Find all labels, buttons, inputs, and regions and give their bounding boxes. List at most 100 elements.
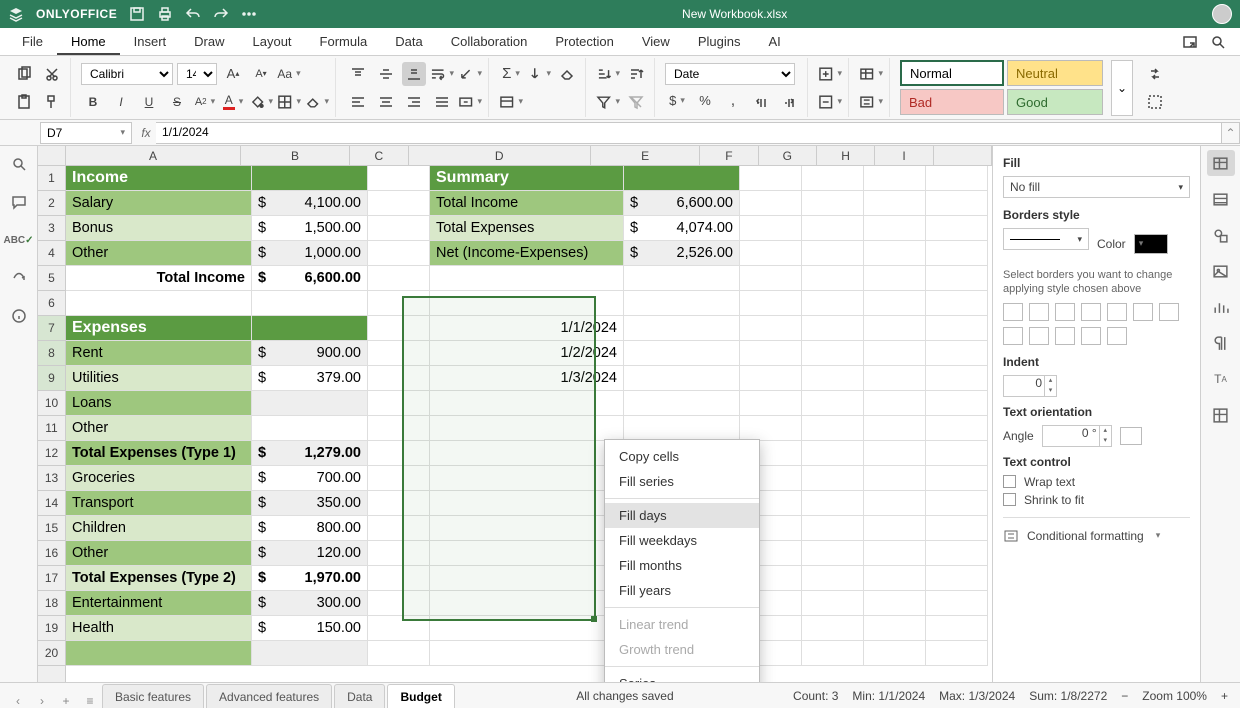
row-header-14[interactable]: 14 [38, 491, 65, 516]
cell-D20[interactable] [430, 641, 624, 666]
sheet-tab-basic-features[interactable]: Basic features [102, 684, 204, 708]
cell-I7[interactable] [926, 316, 988, 341]
cell-I16[interactable] [926, 541, 988, 566]
row-header-1[interactable]: 1 [38, 166, 65, 191]
merge-icon[interactable] [458, 90, 482, 114]
sub-super-icon[interactable]: A2 [193, 90, 217, 114]
formula-input[interactable]: 1/1/2024 [156, 122, 1222, 144]
cell-G10[interactable] [802, 391, 864, 416]
cell-C4[interactable] [368, 241, 430, 266]
row-header-10[interactable]: 10 [38, 391, 65, 416]
cell-D8[interactable]: 1/2/2024 [430, 341, 624, 366]
menu-tab-collaboration[interactable]: Collaboration [437, 28, 542, 55]
name-box[interactable]: D7▾ [40, 122, 132, 144]
row-header-11[interactable]: 11 [38, 416, 65, 441]
angle-input[interactable]: 0 °▴▾ [1042, 425, 1112, 447]
cell-D18[interactable] [430, 591, 624, 616]
cell-I18[interactable] [926, 591, 988, 616]
cell-C11[interactable] [368, 416, 430, 441]
align-right-icon[interactable] [402, 90, 426, 114]
border-none-icon[interactable] [1081, 303, 1101, 321]
pivot-tab-icon[interactable] [1207, 402, 1235, 428]
cell-A14[interactable]: Transport [66, 491, 252, 516]
cell-A17[interactable]: Total Expenses (Type 2) [66, 566, 252, 591]
cell-G16[interactable] [802, 541, 864, 566]
row-header-18[interactable]: 18 [38, 591, 65, 616]
zoom-in-icon[interactable]: + [1221, 689, 1228, 703]
row-header-15[interactable]: 15 [38, 516, 65, 541]
paste-icon[interactable] [12, 90, 36, 114]
clear-contents-icon[interactable] [555, 62, 579, 86]
cell-I11[interactable] [926, 416, 988, 441]
fill-icon[interactable] [527, 62, 551, 86]
col-header-G[interactable]: G [759, 146, 817, 165]
cell-B10[interactable] [252, 391, 368, 416]
more-icon[interactable] [241, 6, 257, 22]
cell-G4[interactable] [802, 241, 864, 266]
sheet-tab-budget[interactable]: Budget [387, 684, 454, 708]
copy-icon[interactable] [12, 62, 36, 86]
cell-I10[interactable] [926, 391, 988, 416]
print-icon[interactable] [157, 6, 173, 22]
align-center-icon[interactable] [374, 90, 398, 114]
cell-D6[interactable] [430, 291, 624, 316]
insert-cells-icon[interactable] [818, 62, 842, 86]
paragraph-tab-icon[interactable] [1207, 330, 1235, 356]
cell-F9[interactable] [740, 366, 802, 391]
cell-C12[interactable] [368, 441, 430, 466]
orientation-preset-icon[interactable] [1120, 427, 1142, 445]
col-header-D[interactable]: D [409, 146, 592, 165]
menu-tab-insert[interactable]: Insert [120, 28, 181, 55]
cell-A10[interactable]: Loans [66, 391, 252, 416]
fill-color-icon[interactable] [249, 90, 273, 114]
cell-A2[interactable]: Salary [66, 191, 252, 216]
textart-tab-icon[interactable]: TA [1207, 366, 1235, 392]
cell-F11[interactable] [740, 416, 802, 441]
cell-H12[interactable] [864, 441, 926, 466]
row-header-2[interactable]: 2 [38, 191, 65, 216]
row-header-3[interactable]: 3 [38, 216, 65, 241]
cell-G6[interactable] [802, 291, 864, 316]
cell-E7[interactable] [624, 316, 740, 341]
cell-B11[interactable] [252, 416, 368, 441]
row-header-19[interactable]: 19 [38, 616, 65, 641]
increase-font-icon[interactable]: A▴ [221, 62, 245, 86]
border-outer-icon[interactable] [1003, 303, 1023, 321]
table-settings-tab-icon[interactable] [1207, 186, 1235, 212]
menu-tab-home[interactable]: Home [57, 28, 120, 55]
cell-I1[interactable] [926, 166, 988, 191]
menu-tab-formula[interactable]: Formula [306, 28, 382, 55]
shape-settings-tab-icon[interactable] [1207, 222, 1235, 248]
font-color-icon[interactable]: A [221, 90, 245, 114]
autosum-icon[interactable]: Σ [499, 62, 523, 86]
align-top-icon[interactable] [346, 62, 370, 86]
cell-I4[interactable] [926, 241, 988, 266]
cell-C15[interactable] [368, 516, 430, 541]
bold-icon[interactable]: B [81, 90, 105, 114]
cell-D13[interactable] [430, 466, 624, 491]
cell-D14[interactable] [430, 491, 624, 516]
cell-F7[interactable] [740, 316, 802, 341]
sheet-tab-advanced-features[interactable]: Advanced features [206, 684, 332, 708]
cell-C8[interactable] [368, 341, 430, 366]
cell-D11[interactable] [430, 416, 624, 441]
cell-A16[interactable]: Other [66, 541, 252, 566]
change-case-icon[interactable]: Aa [277, 62, 301, 86]
cell-B1[interactable] [252, 166, 368, 191]
menu-item-fill-series[interactable]: Fill series [605, 469, 759, 494]
cell-A15[interactable]: Children [66, 516, 252, 541]
border-line-select[interactable]: ▾ [1003, 228, 1089, 250]
cell-G5[interactable] [802, 266, 864, 291]
sort-desc-icon[interactable] [624, 62, 648, 86]
conditional-format-icon[interactable] [859, 90, 883, 114]
border-color-picker[interactable] [1134, 234, 1168, 254]
cell-I6[interactable] [926, 291, 988, 316]
cell-A9[interactable]: Utilities [66, 366, 252, 391]
cell-C7[interactable] [368, 316, 430, 341]
cell-E10[interactable] [624, 391, 740, 416]
cell-H1[interactable] [864, 166, 926, 191]
cell-H18[interactable] [864, 591, 926, 616]
cell-styles-expand[interactable]: ⌄ [1111, 60, 1133, 116]
indent-input[interactable]: 0▴▾ [1003, 375, 1057, 397]
cell-G15[interactable] [802, 516, 864, 541]
